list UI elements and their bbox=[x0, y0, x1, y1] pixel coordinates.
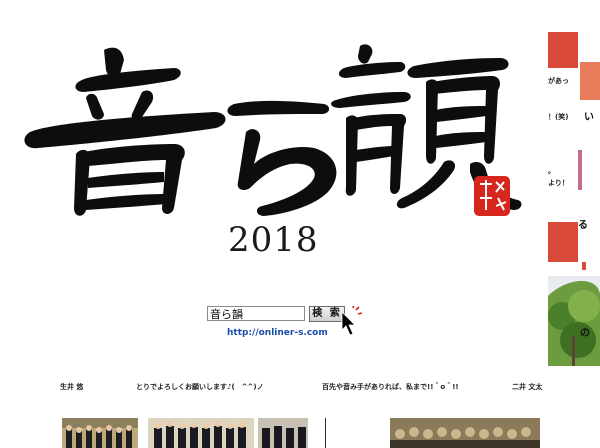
logo-char-ra bbox=[227, 100, 337, 216]
group-photo-image bbox=[390, 418, 540, 448]
cursor-icon bbox=[341, 306, 362, 336]
site-url-link[interactable]: http://onliner-s.com bbox=[227, 328, 328, 338]
logo-seal bbox=[474, 176, 510, 216]
right-side-panel: があっ い ！(笑) 。 より！ る の bbox=[546, 28, 600, 368]
group-photo bbox=[62, 418, 138, 448]
group-photo bbox=[390, 418, 540, 448]
member-message: とりでよろしくお願いします♪( ^^)ノ bbox=[136, 383, 264, 391]
side-snippet: があっ bbox=[548, 77, 569, 85]
side-photo bbox=[548, 276, 600, 366]
accent-block bbox=[578, 150, 582, 190]
group-photo-image bbox=[62, 418, 138, 448]
accent-block bbox=[580, 62, 600, 100]
side-big-char: る bbox=[578, 220, 588, 231]
member-name: 生井 悠 bbox=[60, 383, 84, 391]
group-photo bbox=[258, 418, 308, 448]
site-logo bbox=[24, 44, 522, 216]
side-big-char: い bbox=[584, 112, 594, 123]
side-big-char: の bbox=[580, 328, 590, 339]
member-name: 二井 文太 bbox=[512, 383, 543, 391]
member-message: 百先や音み手がありれば、私まで!!＾o＾!! bbox=[322, 383, 459, 391]
search-input[interactable]: 音ら韻 bbox=[207, 306, 305, 321]
side-snippet: ！(笑) bbox=[548, 113, 569, 121]
side-snippet: より！ bbox=[548, 179, 569, 187]
year-label: 2018 bbox=[228, 220, 319, 260]
group-photo-image bbox=[258, 418, 308, 448]
accent-block bbox=[548, 222, 578, 262]
trees-image bbox=[548, 276, 600, 366]
group-photo bbox=[148, 418, 254, 448]
bottom-content-strip: 生井 悠 とりでよろしくお願いします♪( ^^)ノ 百先や音み手がありれば、私ま… bbox=[0, 376, 600, 448]
accent-block bbox=[548, 32, 578, 68]
strip-divider bbox=[325, 418, 326, 448]
accent-block bbox=[582, 262, 586, 270]
side-snippet: 。 bbox=[548, 167, 555, 175]
group-photo-image bbox=[148, 418, 254, 448]
logo-char-oto bbox=[24, 47, 226, 216]
